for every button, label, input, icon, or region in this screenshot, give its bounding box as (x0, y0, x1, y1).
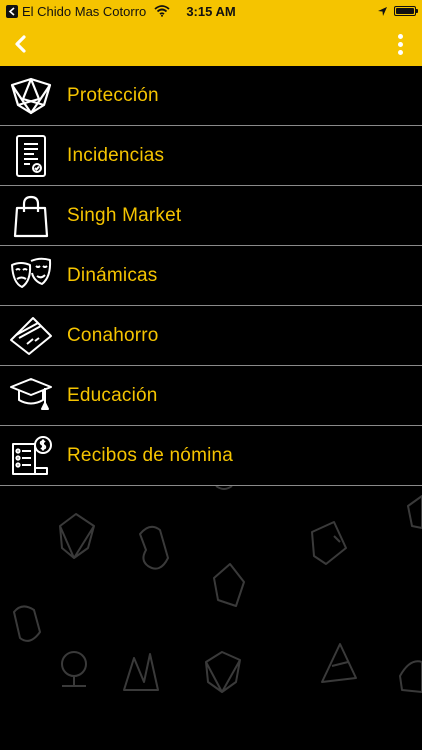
graduation-cap-icon (8, 373, 54, 419)
menu-item-label: Recibos de nómina (67, 444, 234, 466)
menu-list: Protección Incidencias Singh Market Diná… (0, 66, 422, 486)
payroll-receipt-icon (8, 433, 54, 479)
back-to-app-icon[interactable] (6, 4, 18, 18)
menu-item-incidencias[interactable]: Incidencias (0, 126, 422, 186)
status-left: El Chido Mas Cotorro (6, 4, 171, 19)
bg-shield-icon (205, 651, 241, 693)
shield-outline-icon (8, 73, 54, 119)
credit-card-icon (8, 313, 54, 359)
bg-partial-icon (215, 486, 233, 490)
wifi-icon (154, 5, 170, 17)
bg-pyramid-icon (321, 643, 357, 683)
bg-shield-icon (59, 513, 95, 559)
menu-item-label: Dinámicas (67, 264, 158, 286)
chevron-left-icon (15, 35, 26, 53)
menu-item-educacion[interactable]: Educación (0, 366, 422, 426)
shopping-bag-icon (8, 193, 54, 239)
bg-document-icon (311, 521, 347, 565)
bg-shield-icon (407, 495, 422, 529)
battery-icon (394, 6, 418, 16)
back-button[interactable] (8, 29, 32, 59)
menu-item-dinamicas[interactable]: Dinámicas (0, 246, 422, 306)
background-icon-pattern (13, 486, 422, 693)
bg-money-bag-icon (139, 525, 169, 570)
menu-item-conahorro[interactable]: Conahorro (0, 306, 422, 366)
menu-item-label: Educación (67, 384, 158, 406)
menu-item-proteccion[interactable]: Protección (0, 66, 422, 126)
bg-mask-icon (13, 605, 41, 642)
bg-globe-stand (62, 676, 86, 687)
status-right (251, 6, 418, 17)
status-bar: El Chido Mas Cotorro 3:15 AM (0, 0, 422, 22)
menu-item-singh-market[interactable]: Singh Market (0, 186, 422, 246)
bg-shopping-bag-icon (213, 563, 245, 607)
app-bar (0, 22, 422, 66)
bg-crown-icon (123, 653, 159, 691)
menu-item-label: Incidencias (67, 144, 165, 166)
menu-item-recibos-de-nomina[interactable]: Recibos de nómina (0, 426, 422, 486)
document-check-icon (8, 133, 54, 179)
status-time: 3:15 AM (186, 3, 236, 19)
theater-masks-icon (8, 253, 54, 299)
carrier-name: El Chido Mas Cotorro (22, 3, 147, 19)
menu-item-label: Protección (67, 84, 159, 106)
battery-fill (396, 8, 414, 14)
kebab-menu-icon (397, 33, 403, 55)
overflow-menu-button[interactable] (388, 29, 412, 59)
menu-item-label: Singh Market (67, 204, 182, 226)
bg-partial-icon (399, 660, 422, 693)
menu-item-label: Conahorro (67, 324, 159, 346)
bg-globe-icon (61, 651, 87, 677)
location-arrow-icon (377, 6, 388, 17)
